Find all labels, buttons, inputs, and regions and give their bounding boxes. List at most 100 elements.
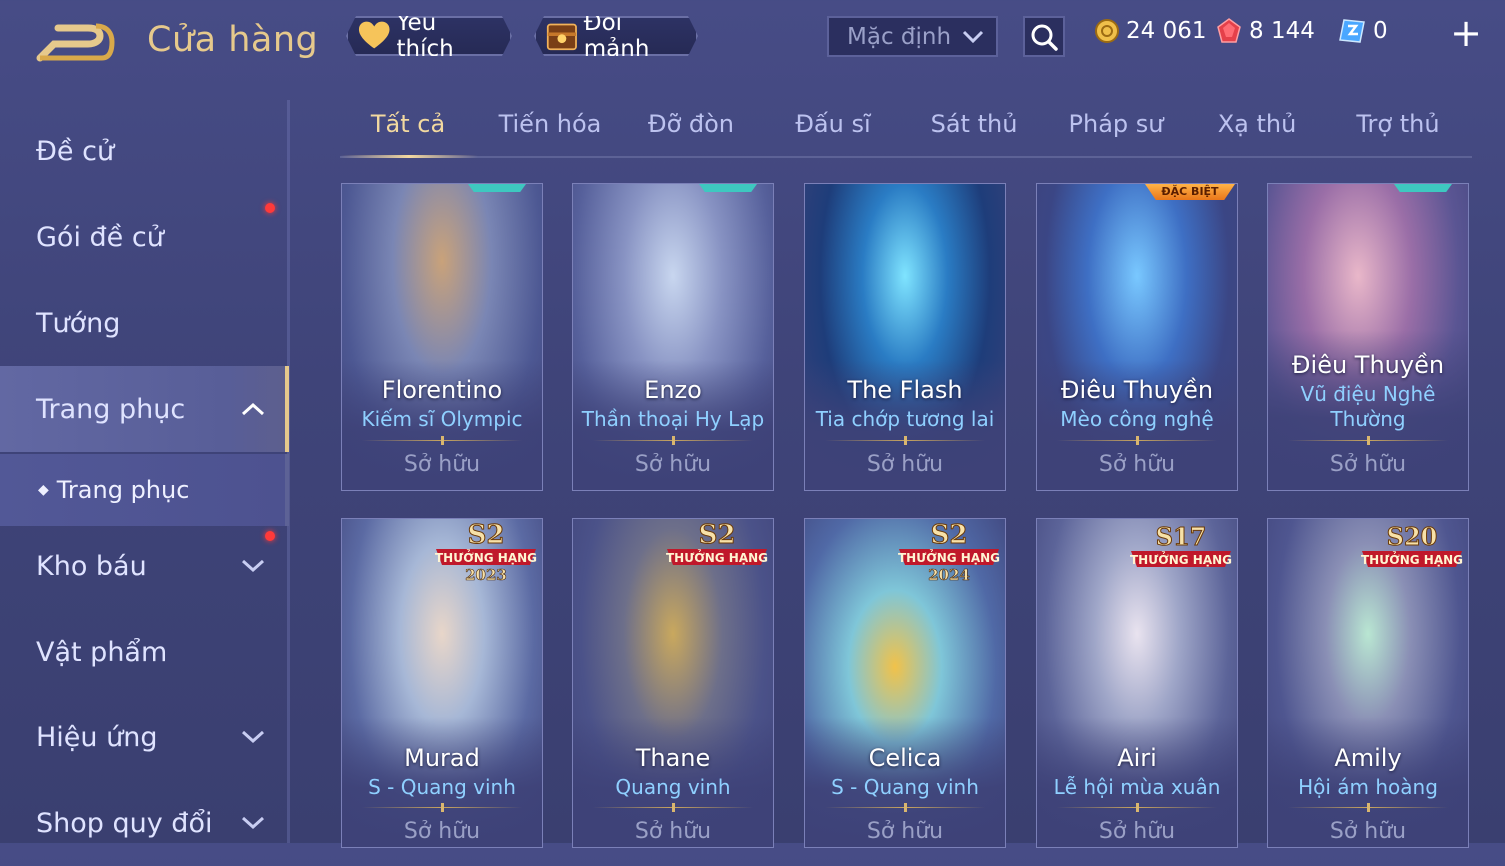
tab-label: Tất cả bbox=[370, 110, 446, 138]
hero-name: Murad bbox=[404, 744, 480, 772]
role-filter-tabs: Tất cả Tiến hóa Đỡ đòn Đấu sĩ Sát thủ Ph… bbox=[340, 100, 1472, 158]
skin-card[interactable]: Điêu Thuyền Vũ điệu Nghê Thường Sở hữu bbox=[1267, 183, 1469, 491]
voucher-amount: 0 bbox=[1373, 18, 1388, 44]
badge-year: 2024 bbox=[928, 566, 970, 583]
skin-name: Thần thoại Hy Lạp bbox=[581, 407, 765, 431]
skin-card[interactable]: The Flash Tia chớp tương lai Sở hữu bbox=[804, 183, 1006, 491]
sidebar-item-items[interactable]: Vật phẩm bbox=[0, 609, 285, 695]
voucher-currency: 0 bbox=[1338, 18, 1388, 44]
skin-card[interactable]: ĐẶC BIỆT Điêu Thuyền Mèo công nghệ Sở hữ… bbox=[1036, 183, 1238, 491]
badge-text: THƯỞNG HẠNG bbox=[666, 549, 768, 565]
chevron-down-icon bbox=[241, 730, 265, 744]
sidebar-item-treasure[interactable]: Kho báu bbox=[0, 523, 285, 609]
tab-label: Tiến hóa bbox=[498, 110, 602, 138]
special-tag: ĐẶC BIỆT bbox=[1145, 184, 1235, 200]
tab-label: Đỡ đòn bbox=[647, 110, 735, 138]
owned-status: Sở hữu bbox=[1329, 452, 1407, 477]
favorite-label: Yêu thích bbox=[396, 10, 454, 62]
card-divider bbox=[825, 803, 985, 812]
notification-dot bbox=[265, 531, 275, 541]
skin-card[interactable]: S2 THƯỞNG HẠNG 2023 Murad S - Quang vinh… bbox=[341, 518, 543, 848]
owned-status: Sở hữu bbox=[403, 819, 481, 844]
page-title: Cửa hàng bbox=[147, 20, 319, 60]
owned-status: Sở hữu bbox=[1098, 452, 1176, 477]
card-divider bbox=[1288, 436, 1448, 445]
sidebar-item-skins[interactable]: Trang phục bbox=[0, 366, 289, 452]
ruby-gem-icon bbox=[1217, 18, 1241, 43]
tab-marksman[interactable]: Xạ thủ bbox=[1189, 110, 1325, 156]
favorite-button[interactable]: Yêu thích bbox=[346, 16, 512, 56]
back-arrow-icon bbox=[36, 23, 115, 62]
rank-reward-badge: S2 THƯỞNG HẠNG 2024 bbox=[898, 520, 1000, 584]
sidebar-item-recommended-packs[interactable]: Gói đề cử bbox=[0, 194, 285, 280]
season-label: S2 bbox=[699, 520, 736, 550]
badge-text: THƯỞNG HẠNG bbox=[1130, 551, 1232, 567]
skin-card[interactable]: S2 THƯỞNG HẠNG Thane Quang vinh Sở hữu bbox=[572, 518, 774, 848]
sidebar-item-exchange-shop[interactable]: Shop quy đổi bbox=[0, 780, 285, 866]
tab-tank[interactable]: Đỡ đòn bbox=[623, 110, 759, 156]
skin-card[interactable]: S20 THƯỞNG HẠNG Amily Hội ám hoàng Sở hữ… bbox=[1267, 518, 1469, 848]
limited-tag bbox=[699, 184, 757, 192]
chevron-down-icon bbox=[241, 559, 265, 573]
card-divider bbox=[362, 436, 522, 445]
chevron-up-icon bbox=[241, 402, 265, 416]
tab-label: Sát thủ bbox=[930, 110, 1018, 138]
card-divider bbox=[362, 803, 522, 812]
tab-label: Đấu sĩ bbox=[795, 110, 871, 138]
sidebar-subitem-skins[interactable]: ◆ Trang phục bbox=[0, 454, 289, 526]
owned-status: Sở hữu bbox=[866, 819, 944, 844]
chevron-down-icon bbox=[962, 30, 984, 43]
owned-status: Sở hữu bbox=[1329, 819, 1407, 844]
skin-name: Lễ hội mùa xuân bbox=[1053, 775, 1221, 799]
tab-all[interactable]: Tất cả bbox=[340, 110, 478, 158]
exchange-shards-button[interactable]: Đổi mảnh bbox=[534, 16, 698, 56]
badge-text: THƯỞNG HẠNG bbox=[435, 549, 537, 565]
gold-amount: 24 061 bbox=[1126, 18, 1207, 44]
sort-value: Mặc định bbox=[847, 23, 952, 50]
season-label: S17 bbox=[1156, 522, 1207, 551]
tab-support[interactable]: Trợ thủ bbox=[1330, 110, 1466, 156]
gold-currency: 24 061 bbox=[1095, 18, 1206, 44]
ruby-amount: 8 144 bbox=[1249, 18, 1315, 44]
sidebar: Đề cử Gói đề cử Tướng Trang phục ◆ Trang… bbox=[0, 100, 290, 843]
top-up-plus-icon[interactable]: + bbox=[1449, 14, 1483, 52]
owned-status: Sở hữu bbox=[634, 452, 712, 477]
tab-label: Trợ thủ bbox=[1356, 110, 1440, 138]
skin-card[interactable]: S17 THƯỞNG HẠNG Airi Lễ hội mùa xuân Sở … bbox=[1036, 518, 1238, 848]
search-button[interactable] bbox=[1023, 16, 1065, 57]
sidebar-item-label: Trang phục bbox=[36, 393, 186, 425]
sidebar-item-heroes[interactable]: Tướng bbox=[0, 280, 285, 366]
skin-card[interactable]: Enzo Thần thoại Hy Lạp Sở hữu bbox=[572, 183, 774, 491]
card-divider bbox=[1057, 803, 1217, 812]
tab-evolution[interactable]: Tiến hóa bbox=[482, 110, 618, 156]
season-label: S2 bbox=[468, 520, 505, 550]
owned-status: Sở hữu bbox=[866, 452, 944, 477]
card-divider bbox=[593, 436, 753, 445]
back-button[interactable] bbox=[36, 22, 116, 64]
skin-card[interactable]: Florentino Kiếm sĩ Olympic Sở hữu bbox=[341, 183, 543, 491]
rank-reward-badge: S2 THƯỞNG HẠNG 2023 bbox=[435, 520, 537, 584]
skin-card[interactable]: S2 THƯỞNG HẠNG 2024 Celica S - Quang vin… bbox=[804, 518, 1006, 848]
card-divider bbox=[593, 803, 753, 812]
rank-reward-badge: S2 THƯỞNG HẠNG bbox=[666, 520, 768, 565]
hero-name: Airi bbox=[1117, 744, 1157, 772]
limited-tag bbox=[468, 184, 526, 192]
tab-mage[interactable]: Pháp sư bbox=[1048, 110, 1184, 156]
sort-dropdown[interactable]: Mặc định bbox=[827, 16, 998, 57]
tab-assassin[interactable]: Sát thủ bbox=[906, 110, 1042, 156]
ruby-currency: 8 144 bbox=[1216, 18, 1315, 44]
gold-coin-icon bbox=[1095, 19, 1119, 43]
hero-name: Thane bbox=[635, 744, 711, 772]
sidebar-item-effects[interactable]: Hiệu ứng bbox=[0, 694, 285, 780]
hero-name: Florentino bbox=[381, 376, 503, 404]
hero-name: Điêu Thuyền bbox=[1060, 376, 1214, 404]
sidebar-item-label: Kho báu bbox=[36, 550, 147, 582]
skin-name: Mèo công nghệ bbox=[1060, 407, 1214, 431]
badge-text: THƯỞNG HẠNG bbox=[898, 549, 1000, 565]
sidebar-item-recommended[interactable]: Đề cử bbox=[0, 108, 285, 194]
tab-fighter[interactable]: Đấu sĩ bbox=[765, 110, 901, 156]
skin-name: Hội ám hoàng bbox=[1298, 775, 1438, 799]
hero-name: Enzo bbox=[644, 376, 702, 404]
treasure-chest-icon bbox=[546, 19, 578, 53]
sidebar-item-label: Gói đề cử bbox=[36, 221, 164, 253]
